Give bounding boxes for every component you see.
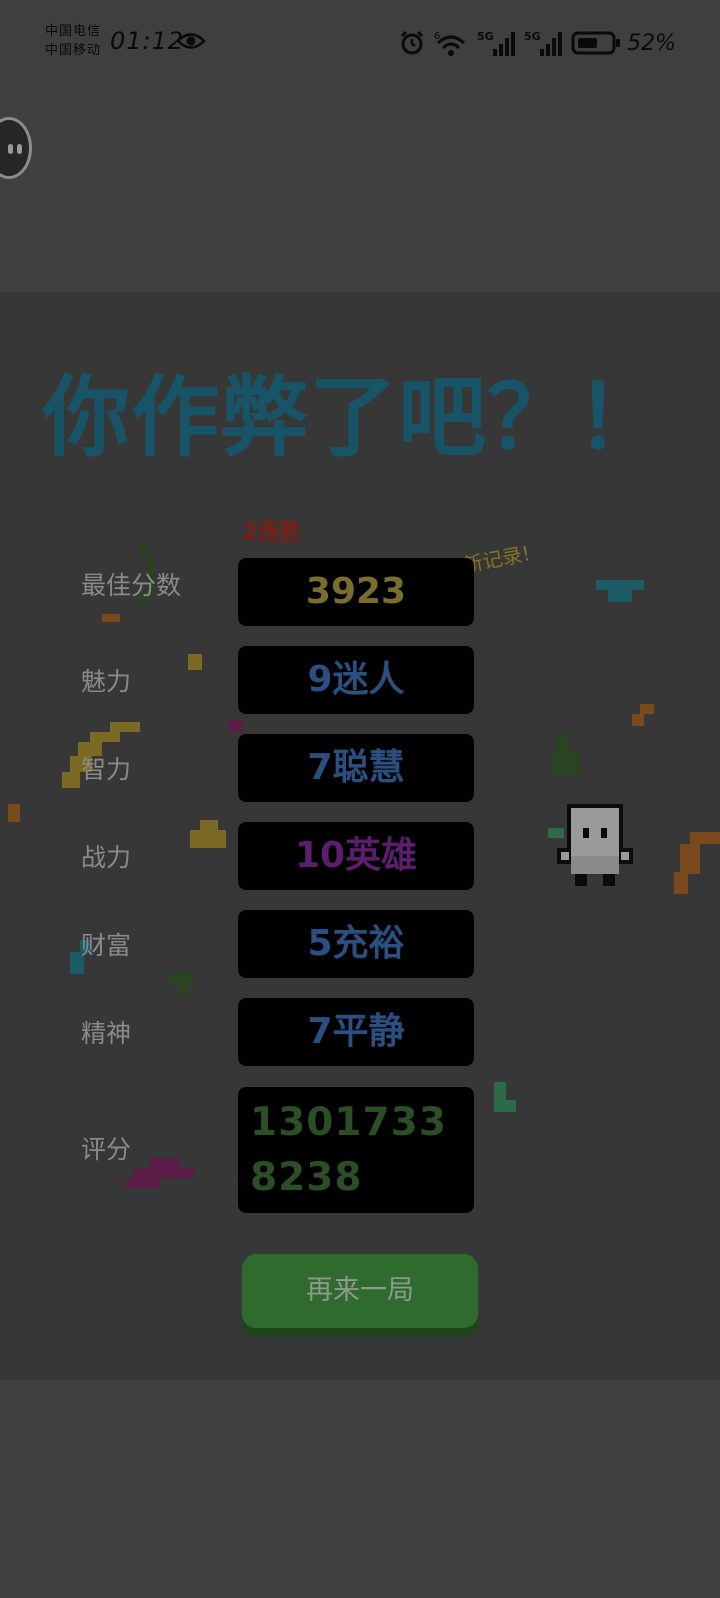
signal-5g-icon: 5G (477, 30, 516, 56)
wifi-icon: 6 (434, 31, 466, 56)
stat-value: 3923 (305, 571, 407, 612)
stat-value: 9迷人 (307, 659, 405, 700)
game-result-panel: 你作弊了吧？！ 2连胜 新记录! 最佳分数 3923 魅力 9迷人 智力 7聪慧… (0, 292, 720, 1380)
stat-value-box: 7聪慧 (238, 734, 474, 802)
svg-text:5G: 5G (477, 30, 494, 43)
result-headline: 你作弊了吧？！ (42, 366, 666, 469)
win-streak: 2连胜 (242, 520, 302, 545)
status-icons: 6 5G 5G 52% (399, 27, 676, 59)
score-label: 评分 (81, 1135, 132, 1164)
carrier-info: 中国电信 中国移动 (45, 22, 101, 60)
clock: 01:12 (110, 27, 185, 55)
assistant-eye-icon (17, 144, 22, 154)
stat-value-box: 7平静 (238, 998, 474, 1066)
score-value-box: 13017338238 (238, 1087, 474, 1213)
pixel-character (557, 804, 633, 886)
stat-label: 战力 (81, 843, 132, 872)
confetti-magenta (126, 720, 242, 1188)
play-again-button[interactable]: 再来一局 (242, 1254, 478, 1328)
battery-percentage: 52% (627, 30, 676, 56)
score-value: 13017338238 (250, 1100, 447, 1200)
stat-value-box: 9迷人 (238, 646, 474, 714)
carrier-1: 中国电信 (45, 24, 102, 39)
stat-value-box: 5充裕 (238, 910, 474, 978)
stat-label: 最佳分数 (81, 571, 182, 600)
stat-label: 财富 (81, 931, 132, 960)
stat-label: 精神 (81, 1019, 132, 1048)
assistant-eye-icon (8, 144, 13, 154)
app-screen: 中国电信 中国移动 01:12 6 5G 5G 52% 你作弊了吧？！ 2连胜 … (0, 0, 720, 1598)
eye-icon (176, 33, 206, 49)
svg-text:5G: 5G (524, 30, 541, 43)
stat-value: 5充裕 (307, 923, 405, 964)
stat-value: 10英雄 (294, 835, 418, 876)
stat-value-box: 10英雄 (238, 822, 474, 890)
battery-icon (571, 31, 621, 55)
stat-value: 7聪慧 (307, 747, 405, 788)
floating-assistant-button[interactable] (0, 117, 32, 179)
stat-value: 7平静 (307, 1011, 405, 1052)
stat-label: 魅力 (81, 667, 132, 696)
carrier-2: 中国移动 (45, 43, 102, 58)
stat-value-box: 3923 (238, 558, 474, 626)
signal-5g-icon: 5G (524, 30, 563, 56)
alarm-icon (401, 30, 424, 55)
status-bar: 中国电信 中国移动 01:12 6 5G 5G 52% (0, 0, 720, 88)
stat-label: 智力 (81, 755, 132, 784)
confetti-gold (188, 654, 226, 848)
